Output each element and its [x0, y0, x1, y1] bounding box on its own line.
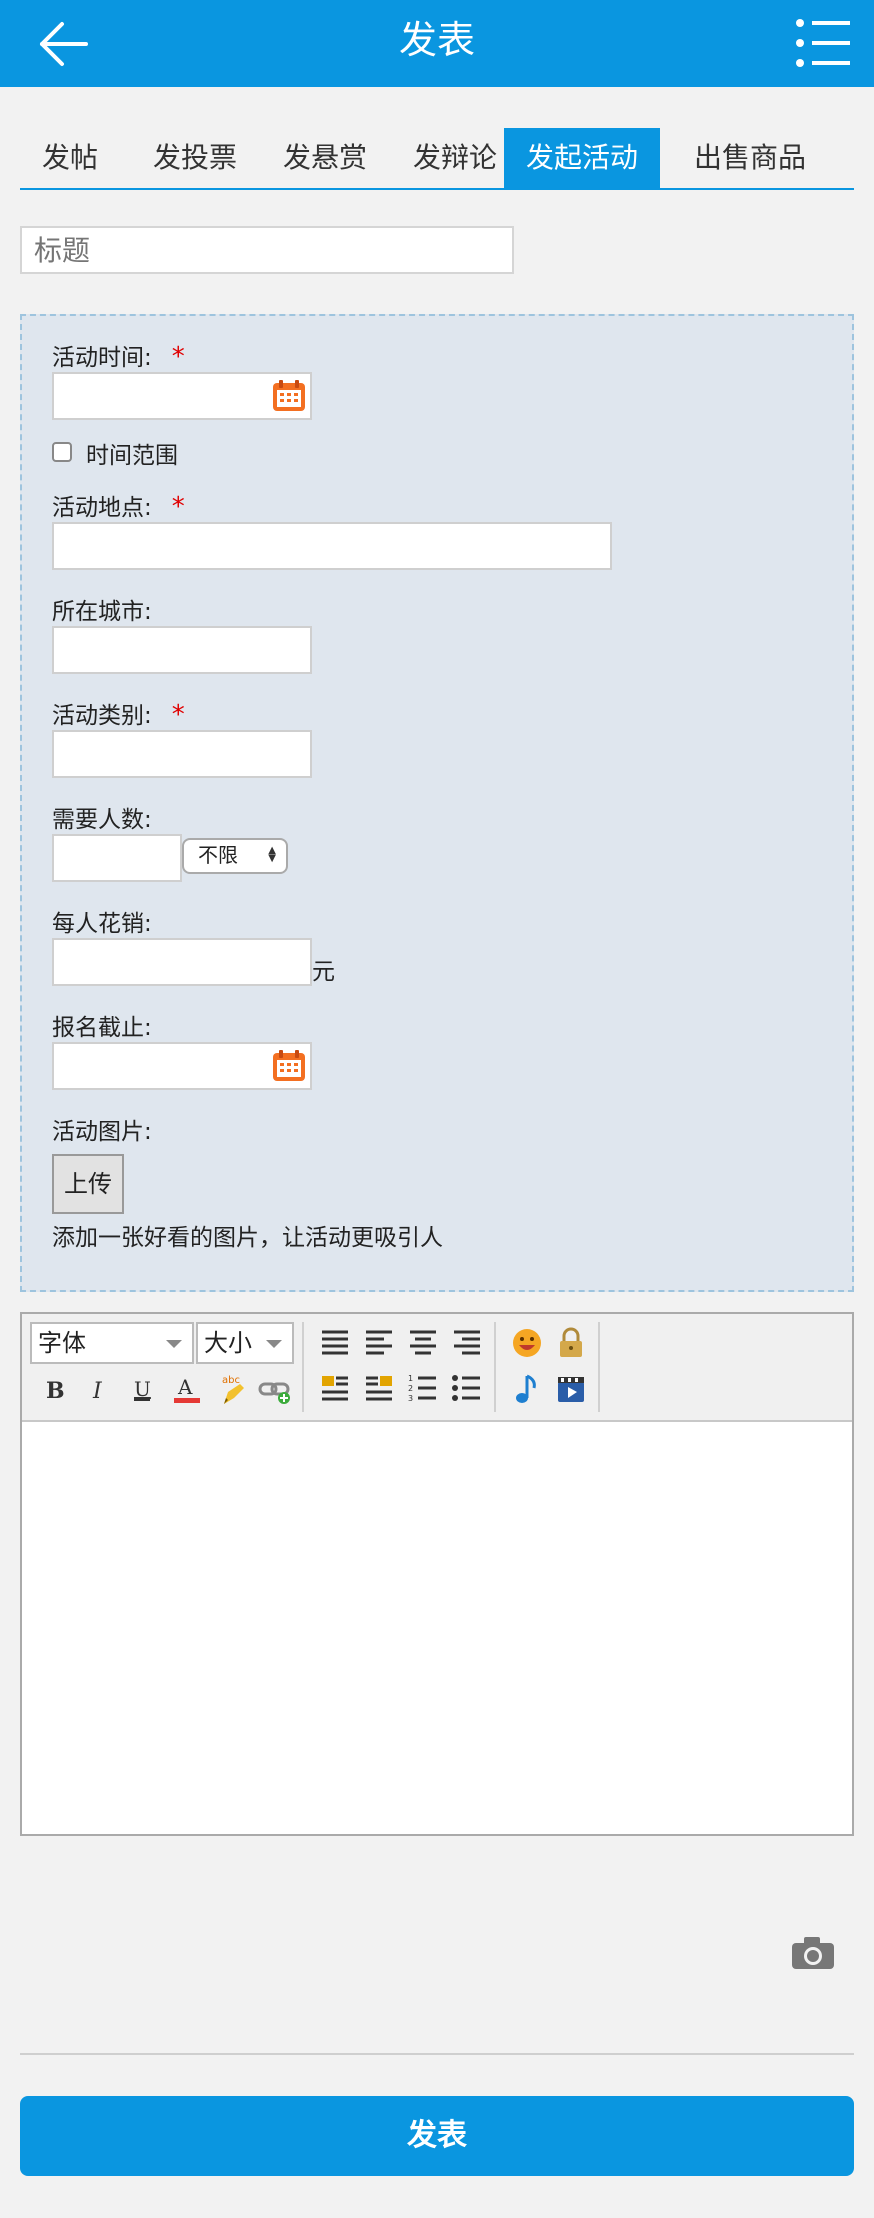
svg-text:2: 2 [408, 1384, 413, 1393]
post-type-tabs: 发帖 发投票 发悬赏 发辩论 发起活动 出售商品 [20, 128, 854, 190]
font-color-icon[interactable]: A [170, 1372, 204, 1406]
tab-activity[interactable]: 发起活动 [504, 128, 660, 188]
city-label: 所在城市: [52, 599, 152, 625]
editor-toolbar: 字体 大小 B I U A abc 123 [22, 1314, 852, 1422]
editor-content-area[interactable] [22, 1422, 852, 1834]
image-hint: 添加一张好看的图片，让活动更吸引人 [52, 1225, 443, 1251]
unordered-list-icon[interactable] [450, 1372, 484, 1406]
time-range-checkbox[interactable] [52, 442, 72, 462]
tab-vote[interactable]: 发投票 [130, 128, 260, 188]
font-size-combo[interactable]: 大小 [196, 1322, 294, 1364]
submit-button[interactable]: 发表 [20, 2096, 854, 2176]
dropdown-arrow-icon [166, 1340, 182, 1348]
align-justify-icon[interactable] [318, 1326, 352, 1360]
tab-sell[interactable]: 出售商品 [672, 128, 828, 188]
camera-icon[interactable] [790, 1935, 836, 1971]
svg-text:U: U [134, 1377, 151, 1401]
svg-text:B: B [46, 1378, 65, 1404]
dropdown-arrow-icon [266, 1340, 282, 1348]
ordered-list-icon[interactable]: 123 [406, 1372, 440, 1406]
time-range-label: 时间范围 [86, 443, 178, 469]
svg-text:I: I [92, 1379, 103, 1404]
float-left-icon[interactable] [318, 1372, 352, 1406]
calendar-icon[interactable] [272, 380, 306, 412]
required-mark: * [171, 492, 185, 522]
highlight-icon[interactable]: abc [214, 1372, 248, 1406]
deadline-label: 报名截止: [52, 1015, 152, 1041]
title-input[interactable] [20, 226, 514, 274]
tab-post[interactable]: 发帖 [20, 128, 120, 188]
page-title: 发表 [398, 18, 475, 62]
align-center-icon[interactable] [406, 1326, 440, 1360]
top-bar: 发表 [0, 0, 874, 87]
music-icon[interactable] [510, 1372, 544, 1406]
video-icon[interactable] [554, 1372, 588, 1406]
rich-text-editor: 字体 大小 B I U A abc 123 [20, 1312, 854, 1836]
activity-time-input[interactable] [52, 372, 312, 420]
updown-icon: ▲ ▼ [268, 845, 276, 864]
activity-time-label: 活动时间: * [52, 342, 185, 372]
city-input[interactable] [52, 626, 312, 674]
calendar-icon[interactable] [272, 1050, 306, 1082]
toolbar-separator [598, 1322, 600, 1412]
emoticon-icon[interactable] [510, 1326, 544, 1360]
font-family-combo[interactable]: 字体 [30, 1322, 194, 1364]
activity-image-label: 活动图片: [52, 1119, 152, 1145]
tab-reward[interactable]: 发悬赏 [260, 128, 390, 188]
activity-place-input[interactable] [52, 522, 612, 570]
tab-debate[interactable]: 发辩论 [390, 128, 520, 188]
svg-text:abc: abc [222, 1375, 240, 1386]
italic-icon[interactable]: I [82, 1372, 116, 1406]
svg-text:1: 1 [408, 1374, 413, 1383]
list-menu-icon[interactable] [794, 16, 854, 70]
people-count-label: 需要人数: [52, 807, 152, 833]
divider [20, 2053, 854, 2055]
cost-label: 每人花销: [52, 911, 152, 937]
float-right-icon[interactable] [362, 1372, 396, 1406]
svg-text:A: A [177, 1375, 193, 1399]
activity-category-label: 活动类别: * [52, 700, 185, 730]
underline-icon[interactable]: U [126, 1372, 160, 1406]
activity-form: 活动时间: * 时间范围 活动地点: * 所在城市: 活动类别: * 需要人数: 不限… [20, 314, 854, 1292]
activity-category-input[interactable] [52, 730, 312, 778]
lock-icon[interactable] [554, 1326, 588, 1360]
bold-icon[interactable]: B [38, 1372, 72, 1406]
cost-unit: 元 [312, 959, 335, 985]
required-mark: * [171, 700, 185, 730]
people-limit-select[interactable]: 不限 ▲ ▼ [182, 838, 288, 874]
required-mark: * [171, 342, 185, 372]
activity-place-label: 活动地点: * [52, 492, 185, 522]
cost-input[interactable] [52, 938, 312, 986]
align-right-icon[interactable] [450, 1326, 484, 1360]
upload-button[interactable]: 上传 [52, 1154, 124, 1214]
toolbar-separator [494, 1322, 496, 1412]
link-icon[interactable] [258, 1372, 292, 1406]
align-left-icon[interactable] [362, 1326, 396, 1360]
people-count-input[interactable] [52, 834, 182, 882]
toolbar-separator [302, 1322, 304, 1412]
deadline-input[interactable] [52, 1042, 312, 1090]
svg-text:3: 3 [408, 1394, 413, 1403]
